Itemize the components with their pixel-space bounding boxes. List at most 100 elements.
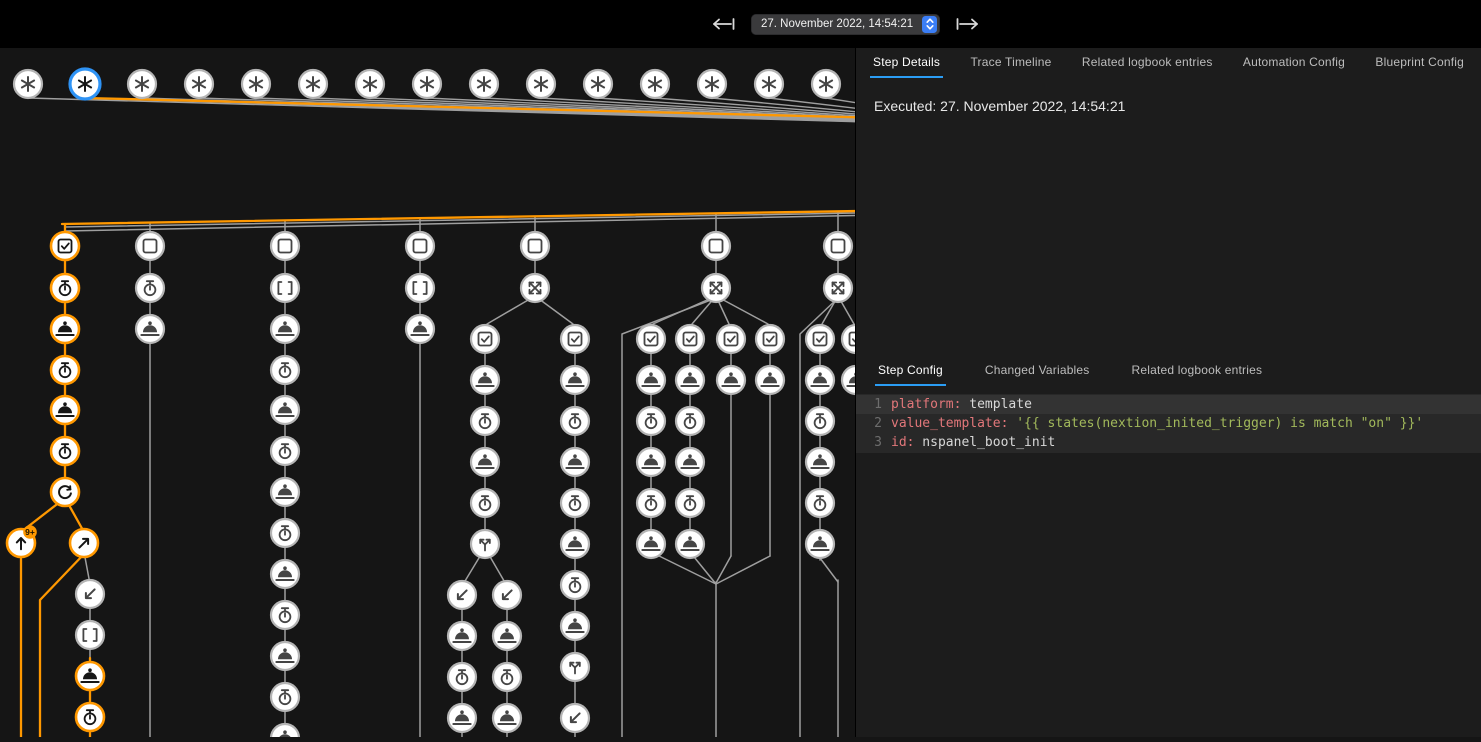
trace-node-condition-blank[interactable] (521, 232, 549, 260)
trace-node-asterisk[interactable] (812, 70, 840, 98)
trace-node-service[interactable] (561, 366, 589, 394)
trace-node-service[interactable] (676, 448, 704, 476)
trace-node-arrow-sw[interactable] (76, 580, 104, 608)
trace-node-service[interactable] (136, 315, 164, 343)
trace-node-delay[interactable] (271, 437, 299, 465)
tab-step-details[interactable]: Step Details (870, 48, 943, 78)
tab-related-logbook-entries[interactable]: Related logbook entries (1129, 356, 1266, 386)
trace-node-brackets[interactable] (271, 274, 299, 302)
tab-changed-variables[interactable]: Changed Variables (982, 356, 1093, 386)
trace-node-service[interactable] (471, 448, 499, 476)
trace-node-condition[interactable] (676, 325, 704, 353)
trace-node-service[interactable] (51, 396, 79, 424)
trace-node-asterisk[interactable] (641, 70, 669, 98)
trace-node-condition-blank[interactable] (406, 232, 434, 260)
trace-node-delay[interactable] (676, 489, 704, 517)
trace-node-choose[interactable] (471, 530, 499, 558)
tab-trace-timeline[interactable]: Trace Timeline (967, 48, 1054, 78)
trace-node-condition[interactable] (842, 325, 855, 353)
trace-node-asterisk[interactable] (356, 70, 384, 98)
trace-node-service[interactable] (271, 315, 299, 343)
trace-node-delay[interactable] (637, 407, 665, 435)
trace-node-delay[interactable] (493, 663, 521, 691)
previous-run-button[interactable] (712, 13, 736, 35)
trace-node-delay[interactable] (448, 663, 476, 691)
trace-node-service[interactable] (676, 366, 704, 394)
trace-node-condition[interactable] (51, 232, 79, 260)
tab-related-logbook-entries[interactable]: Related logbook entries (1079, 48, 1216, 78)
trace-node-condition[interactable] (717, 325, 745, 353)
tab-blueprint-config[interactable]: Blueprint Config (1372, 48, 1467, 78)
trace-node-delay[interactable] (271, 683, 299, 711)
trace-node-delay[interactable] (676, 407, 704, 435)
trace-node-service[interactable] (637, 530, 665, 558)
trace-node-service[interactable] (493, 704, 521, 732)
trace-node-condition-blank[interactable] (271, 232, 299, 260)
trace-node-service[interactable] (756, 366, 784, 394)
trace-node-delay[interactable] (561, 489, 589, 517)
trace-node-condition-blank[interactable] (824, 232, 852, 260)
trace-node-asterisk[interactable] (755, 70, 783, 98)
trace-node-asterisk[interactable] (70, 69, 100, 99)
trace-node-asterisk[interactable] (242, 70, 270, 98)
trace-node-condition-blank[interactable] (136, 232, 164, 260)
trace-node-service[interactable] (561, 530, 589, 558)
trace-node-service[interactable] (842, 366, 855, 394)
trace-node-service[interactable] (271, 560, 299, 588)
trace-node-service[interactable] (637, 366, 665, 394)
trace-node-arrow-ne[interactable] (70, 529, 98, 557)
trace-node-service[interactable] (676, 530, 704, 558)
trace-node-delay[interactable] (561, 571, 589, 599)
trace-node-brackets[interactable] (76, 621, 104, 649)
trace-node-delay[interactable] (471, 489, 499, 517)
trace-node-service[interactable] (471, 366, 499, 394)
trace-node-parallel[interactable] (702, 274, 730, 302)
trace-node-condition[interactable] (471, 325, 499, 353)
trace-node-delay[interactable] (806, 489, 834, 517)
trace-node-service[interactable] (271, 724, 299, 737)
trace-node-service[interactable] (637, 448, 665, 476)
trace-node-service[interactable] (493, 622, 521, 650)
trace-node-delay[interactable] (561, 407, 589, 435)
trace-node-arrow-sw[interactable] (448, 581, 476, 609)
trace-node-condition[interactable] (756, 325, 784, 353)
step-config-editor[interactable]: 1platform: template2value_template: '{{ … (856, 394, 1481, 453)
trace-node-service[interactable] (271, 396, 299, 424)
trace-node-arrow-sw[interactable] (493, 581, 521, 609)
trace-node-choose[interactable] (561, 653, 589, 681)
trace-node-repeat[interactable] (51, 478, 79, 506)
trace-node-delay[interactable] (76, 703, 104, 731)
run-select[interactable]: 27. November 2022, 14:54:21 (751, 14, 940, 35)
tab-step-config[interactable]: Step Config (875, 356, 946, 386)
trace-node-condition[interactable] (561, 325, 589, 353)
trace-node-delay[interactable] (51, 274, 79, 302)
trace-node-loop[interactable]: 9+ (7, 525, 37, 557)
trace-node-asterisk[interactable] (185, 70, 213, 98)
trace-node-delay[interactable] (637, 489, 665, 517)
trace-node-condition[interactable] (806, 325, 834, 353)
trace-node-service[interactable] (448, 704, 476, 732)
trace-node-delay[interactable] (51, 437, 79, 465)
trace-node-parallel[interactable] (521, 274, 549, 302)
trace-node-delay[interactable] (471, 407, 499, 435)
trace-node-delay[interactable] (271, 601, 299, 629)
trace-node-arrow-sw[interactable] (561, 704, 589, 732)
trace-node-asterisk[interactable] (584, 70, 612, 98)
trace-node-service[interactable] (76, 662, 104, 690)
trace-node-delay[interactable] (136, 274, 164, 302)
trace-node-service[interactable] (271, 478, 299, 506)
trace-node-service[interactable] (806, 366, 834, 394)
trace-node-service[interactable] (406, 315, 434, 343)
trace-node-asterisk[interactable] (299, 70, 327, 98)
trace-node-asterisk[interactable] (14, 70, 42, 98)
trace-node-service[interactable] (448, 622, 476, 650)
trace-node-service[interactable] (717, 366, 745, 394)
trace-node-service[interactable] (561, 448, 589, 476)
next-run-button[interactable] (955, 13, 979, 35)
trace-node-delay[interactable] (271, 356, 299, 384)
trace-node-asterisk[interactable] (128, 70, 156, 98)
trace-node-service[interactable] (806, 448, 834, 476)
trace-node-delay[interactable] (51, 356, 79, 384)
trace-node-asterisk[interactable] (698, 70, 726, 98)
trace-node-asterisk[interactable] (413, 70, 441, 98)
